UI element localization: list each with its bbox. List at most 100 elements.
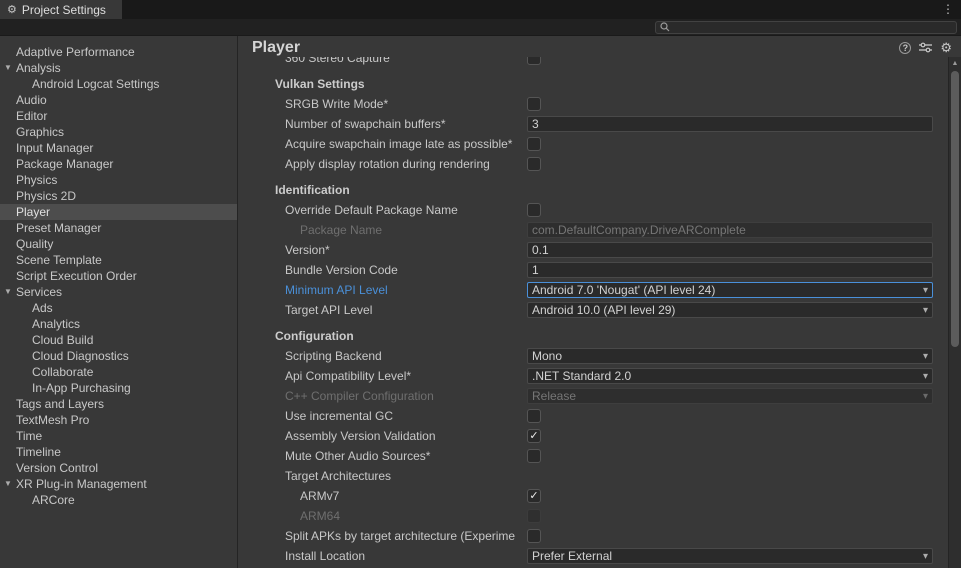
sidebar-item-adaptive-performance[interactable]: Adaptive Performance bbox=[0, 44, 237, 60]
sidebar-item-physics-2d[interactable]: Physics 2D bbox=[0, 188, 237, 204]
setting-label: Scripting Backend bbox=[285, 349, 525, 363]
sidebar-item-label: Time bbox=[0, 428, 237, 444]
sidebar-item-label: Adaptive Performance bbox=[0, 44, 237, 60]
dropdown[interactable]: Prefer External▾ bbox=[527, 548, 933, 564]
search-input[interactable] bbox=[674, 22, 952, 33]
page-title: Player bbox=[252, 39, 300, 57]
search-box[interactable] bbox=[655, 21, 957, 34]
setting-row: Override Default Package Name bbox=[238, 200, 948, 220]
sidebar-item-in-app-purchasing[interactable]: In-App Purchasing bbox=[0, 380, 237, 396]
checkbox[interactable] bbox=[527, 409, 541, 423]
section-header: Identification bbox=[275, 183, 350, 197]
sidebar-item-time[interactable]: Time bbox=[0, 428, 237, 444]
sidebar-item-cloud-build[interactable]: Cloud Build bbox=[0, 332, 237, 348]
sidebar-item-label: Audio bbox=[0, 92, 237, 108]
sidebar-item-scene-template[interactable]: Scene Template bbox=[0, 252, 237, 268]
sidebar-item-collaborate[interactable]: Collaborate bbox=[0, 364, 237, 380]
tab-title: Project Settings bbox=[22, 3, 106, 17]
panel-header-icons: ? ⚙ bbox=[899, 41, 952, 54]
checkbox[interactable]: ✓ bbox=[527, 429, 541, 443]
sidebar-item-editor[interactable]: Editor bbox=[0, 108, 237, 124]
help-icon[interactable]: ? bbox=[899, 42, 911, 54]
sidebar-item-cloud-diagnostics[interactable]: Cloud Diagnostics bbox=[0, 348, 237, 364]
sidebar-item-graphics[interactable]: Graphics bbox=[0, 124, 237, 140]
checkbox[interactable]: ✓ bbox=[527, 489, 541, 503]
text-field[interactable]: 3 bbox=[527, 116, 933, 132]
checkbox[interactable] bbox=[527, 57, 541, 65]
dropdown-value: .NET Standard 2.0 bbox=[532, 369, 631, 383]
checkbox[interactable] bbox=[527, 449, 541, 463]
player-settings-panel: Player ? ⚙ 360 Stereo CaptureVulkan Sett… bbox=[238, 36, 961, 568]
presets-icon[interactable] bbox=[919, 42, 932, 53]
sidebar-item-player[interactable]: Player bbox=[0, 204, 237, 220]
project-settings-body: Adaptive Performance▼AnalysisAndroid Log… bbox=[0, 36, 961, 568]
sidebar-item-label: Cloud Diagnostics bbox=[0, 348, 237, 364]
sidebar-item-package-manager[interactable]: Package Manager bbox=[0, 156, 237, 172]
setting-row: SRGB Write Mode* bbox=[238, 94, 948, 114]
sidebar-item-label: XR Plug-in Management bbox=[0, 476, 237, 492]
checkbox[interactable] bbox=[527, 97, 541, 111]
setting-row: Api Compatibility Level*.NET Standard 2.… bbox=[238, 366, 948, 386]
setting-label: Split APKs by target architecture (Exper… bbox=[285, 529, 525, 543]
dropdown[interactable]: Android 7.0 'Nougat' (API level 24)▾ bbox=[527, 282, 933, 298]
setting-row: Mute Other Audio Sources* bbox=[238, 446, 948, 466]
sidebar-item-label: Input Manager bbox=[0, 140, 237, 156]
setting-row: Number of swapchain buffers*3 bbox=[238, 114, 948, 134]
sidebar-item-xr-plug-in-management[interactable]: ▼XR Plug-in Management bbox=[0, 476, 237, 492]
checkbox[interactable] bbox=[527, 203, 541, 217]
sidebar-item-script-execution-order[interactable]: Script Execution Order bbox=[0, 268, 237, 284]
sidebar-item-label: Editor bbox=[0, 108, 237, 124]
sidebar-item-tags-and-layers[interactable]: Tags and Layers bbox=[0, 396, 237, 412]
sidebar-item-textmesh-pro[interactable]: TextMesh Pro bbox=[0, 412, 237, 428]
dropdown-value: Mono bbox=[532, 349, 562, 363]
foldout-icon[interactable]: ▼ bbox=[4, 60, 12, 76]
tab-project-settings[interactable]: ⚙ Project Settings bbox=[0, 0, 122, 19]
setting-row: Bundle Version Code1 bbox=[238, 260, 948, 280]
checkbox[interactable] bbox=[527, 529, 541, 543]
sidebar-item-audio[interactable]: Audio bbox=[0, 92, 237, 108]
dropdown[interactable]: Mono▾ bbox=[527, 348, 933, 364]
setting-row: Assembly Version Validation✓ bbox=[238, 426, 948, 446]
setting-row: Use incremental GC bbox=[238, 406, 948, 426]
sidebar-item-ads[interactable]: Ads bbox=[0, 300, 237, 316]
setting-row: Target API LevelAndroid 10.0 (API level … bbox=[238, 300, 948, 320]
foldout-icon[interactable]: ▼ bbox=[4, 476, 12, 492]
setting-label: Override Default Package Name bbox=[285, 203, 525, 217]
sidebar-item-version-control[interactable]: Version Control bbox=[0, 460, 237, 476]
sidebar-item-analytics[interactable]: Analytics bbox=[0, 316, 237, 332]
sidebar-item-label: Analytics bbox=[0, 316, 237, 332]
setting-row: Acquire swapchain image late as possible… bbox=[238, 134, 948, 154]
dropdown[interactable]: .NET Standard 2.0▾ bbox=[527, 368, 933, 384]
sidebar-item-label: Analysis bbox=[0, 60, 237, 76]
kebab-menu-icon[interactable]: ⋮ bbox=[942, 0, 954, 19]
scroll-up-icon[interactable]: ▲ bbox=[949, 57, 961, 70]
sidebar-item-label: Graphics bbox=[0, 124, 237, 140]
text-field[interactable]: 0.1 bbox=[527, 242, 933, 258]
sidebar-item-label: Timeline bbox=[0, 444, 237, 460]
gear-icon[interactable]: ⚙ bbox=[940, 41, 952, 54]
dropdown-value: Prefer External bbox=[532, 549, 612, 563]
section-header: Configuration bbox=[275, 329, 354, 343]
section-header: Vulkan Settings bbox=[275, 77, 365, 91]
sidebar-item-quality[interactable]: Quality bbox=[0, 236, 237, 252]
checkbox[interactable] bbox=[527, 137, 541, 151]
sidebar-item-android-logcat-settings[interactable]: Android Logcat Settings bbox=[0, 76, 237, 92]
sidebar-item-physics[interactable]: Physics bbox=[0, 172, 237, 188]
sidebar-item-arcore[interactable]: ARCore bbox=[0, 492, 237, 508]
setting-row: Apply display rotation during rendering bbox=[238, 154, 948, 174]
checkbox[interactable] bbox=[527, 157, 541, 171]
scrollbar-thumb[interactable] bbox=[951, 71, 959, 347]
dropdown-value: Android 7.0 'Nougat' (API level 24) bbox=[532, 283, 715, 297]
dropdown[interactable]: Android 10.0 (API level 29)▾ bbox=[527, 302, 933, 318]
text-field[interactable]: 1 bbox=[527, 262, 933, 278]
sidebar-item-services[interactable]: ▼Services bbox=[0, 284, 237, 300]
setting-row: Minimum API LevelAndroid 7.0 'Nougat' (A… bbox=[238, 280, 948, 300]
sidebar-item-preset-manager[interactable]: Preset Manager bbox=[0, 220, 237, 236]
foldout-icon[interactable]: ▼ bbox=[4, 284, 12, 300]
sidebar-item-timeline[interactable]: Timeline bbox=[0, 444, 237, 460]
vertical-scrollbar[interactable]: ▲ bbox=[948, 57, 961, 568]
sidebar-item-analysis[interactable]: ▼Analysis bbox=[0, 60, 237, 76]
dropdown-value: Release bbox=[532, 389, 576, 403]
sidebar-item-label: Android Logcat Settings bbox=[0, 76, 237, 92]
sidebar-item-input-manager[interactable]: Input Manager bbox=[0, 140, 237, 156]
